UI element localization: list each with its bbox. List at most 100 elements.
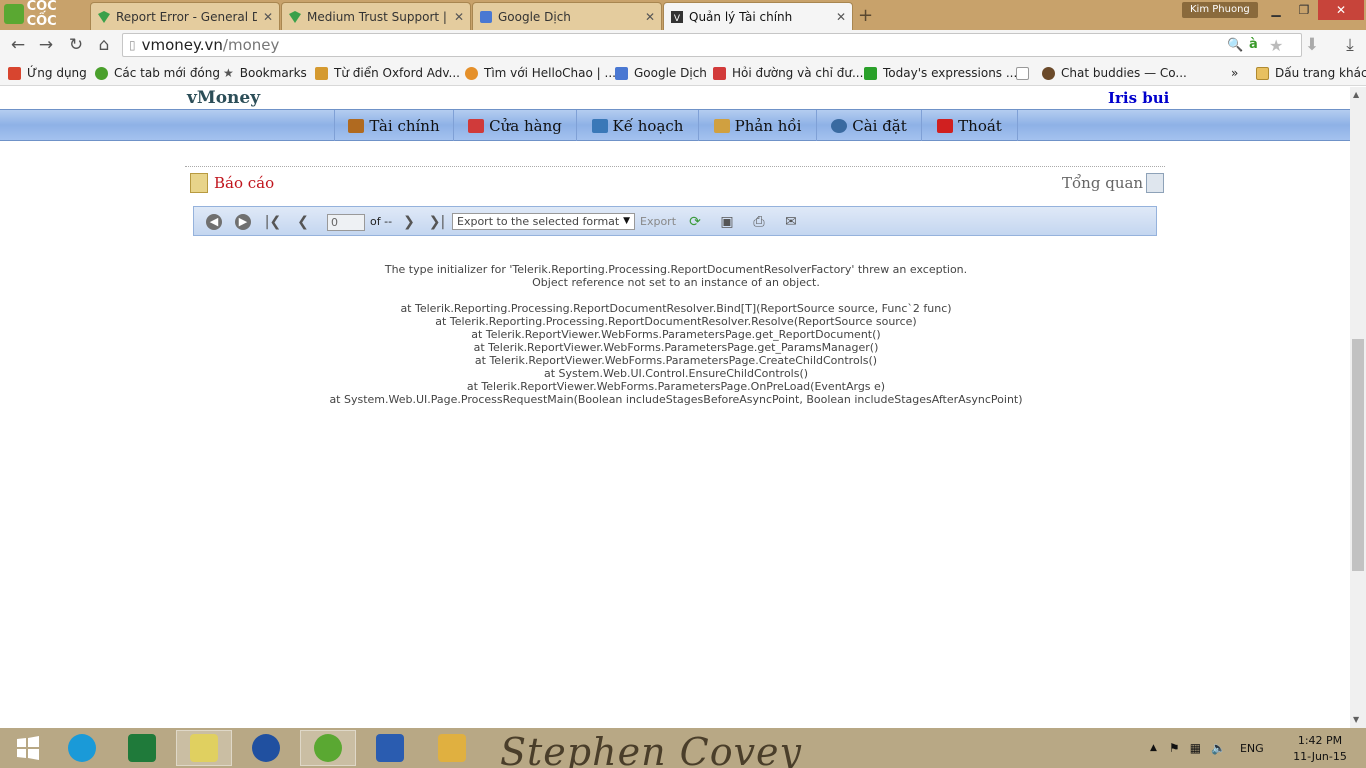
google-translate-icon [480, 10, 492, 23]
close-tab-icon[interactable]: ✕ [454, 10, 464, 24]
close-window-icon[interactable]: ✕ [1318, 0, 1364, 20]
maximize-icon[interactable]: ❐ [1290, 0, 1318, 20]
home-icon[interactable]: ⌂ [94, 35, 114, 55]
page-scrollbar[interactable]: ▲ ▼ [1350, 87, 1366, 728]
bookmarks-bar: Ứng dụng Các tab mới đóng ★ Bookmarks Từ … [0, 60, 1366, 86]
taskbar-explorer[interactable] [424, 730, 480, 766]
reload-icon[interactable]: ↻ [66, 35, 86, 55]
bookmark-recent-tabs[interactable]: Các tab mới đóng [95, 64, 220, 82]
stack-trace-line: at Telerik.Reporting.Processing.ReportDo… [400, 302, 952, 315]
site-logo[interactable]: vMoney [187, 88, 260, 108]
bookmarks-overflow-button[interactable]: » [1231, 64, 1238, 82]
store-icon [468, 118, 485, 133]
dropdown-arrow-icon: ▼ [623, 216, 630, 226]
start-button[interactable] [0, 730, 56, 766]
bookmark-hellochao[interactable]: Tìm với HelloChao | ... [465, 64, 616, 82]
tab-medium-trust[interactable]: Medium Trust Support | Re ✕ [281, 2, 471, 30]
chart-icon [591, 118, 608, 133]
address-bar[interactable]: ▯ vmoney.vn/money 🔍 à ★ [122, 33, 1302, 57]
tab-label: Medium Trust Support | Re [307, 9, 448, 24]
next-page-icon[interactable]: ❯ [400, 213, 418, 231]
print-preview-icon[interactable]: ▣ [718, 213, 736, 231]
taskbar-clock[interactable]: 1:42 PM 11-Jun-15 [1290, 733, 1350, 765]
wallet-icon [348, 118, 365, 133]
new-tab-button[interactable]: + [858, 5, 873, 26]
print-icon[interactable]: ⎙ [750, 213, 768, 231]
export-button[interactable]: Export [640, 215, 676, 228]
tab-google-translate[interactable]: Google Dịch ✕ [472, 2, 662, 30]
bookmark-apps[interactable]: Ứng dụng [8, 64, 87, 82]
zoom-icon[interactable]: 🔍 [1227, 38, 1243, 53]
bookmark-blank[interactable] [1016, 64, 1035, 82]
section-divider [185, 166, 1165, 167]
menu-tai-chinh[interactable]: Tài chính [335, 110, 454, 141]
bookmark-star-icon[interactable]: ★ [1269, 36, 1283, 55]
flag-icon[interactable]: ⚑ [1169, 741, 1180, 755]
page-number-input[interactable]: 0 [327, 214, 365, 231]
menu-thoat[interactable]: Thoát [922, 110, 1018, 141]
report-viewer-toolbar: ◀ ▶ |❮ ❮ 0 of -- ❯ ❯| Export to the sele… [193, 206, 1157, 236]
sticky-notes-icon [190, 734, 218, 762]
scroll-thumb[interactable] [1352, 339, 1364, 571]
taskbar-coccoc[interactable] [300, 730, 356, 766]
user-name-link[interactable]: Iris bui [1108, 89, 1169, 107]
scroll-up-icon[interactable]: ▲ [1353, 90, 1359, 99]
page-count-label: of -- [370, 215, 393, 228]
bookmark-bookmarks[interactable]: ★ Bookmarks [223, 64, 307, 82]
first-page-icon[interactable]: |❮ [264, 213, 282, 231]
minimize-icon[interactable]: ▁ [1262, 0, 1290, 20]
taskbar-word[interactable] [362, 730, 418, 766]
other-bookmarks[interactable]: Dấu trang khác [1256, 64, 1366, 82]
profile-button[interactable]: Kim Phuong [1182, 2, 1258, 18]
back-icon[interactable]: ← [8, 35, 28, 55]
browser-brand[interactable]: CỐC CỐC [0, 0, 90, 29]
bookmark-oxford[interactable]: Từ điển Oxford Adv... [315, 64, 460, 82]
forward-icon[interactable]: → [36, 35, 56, 55]
taskbar-media[interactable] [238, 730, 294, 766]
language-indicator[interactable]: ENG [1240, 742, 1264, 755]
close-tab-icon[interactable]: ✕ [263, 10, 273, 24]
back-icon[interactable]: ◀ [206, 214, 222, 230]
forward-icon[interactable]: ▶ [235, 214, 251, 230]
menu-label: Tài chính [369, 116, 440, 135]
taskbar-sticky-notes[interactable] [176, 730, 232, 766]
bookmark-label: Các tab mới đóng [114, 66, 220, 80]
downloads-menu-icon[interactable]: ⤓ [1340, 35, 1360, 55]
bookmark-chat-buddies[interactable]: Chat buddies — Co... [1042, 64, 1187, 82]
taskbar-excel[interactable] [114, 730, 170, 766]
send-mail-icon[interactable]: ✉ [782, 213, 800, 231]
tab-quan-ly-tai-chinh[interactable]: V Quản lý Tài chính ✕ [663, 2, 853, 30]
refresh-icon[interactable]: ⟳ [686, 213, 704, 231]
last-page-icon[interactable]: ❯| [428, 213, 446, 231]
export-format-select[interactable]: Export to the selected format ▼ [452, 213, 635, 230]
apps-grid-icon [8, 66, 21, 80]
menu-cai-dat[interactable]: Cài đặt [817, 110, 922, 141]
bookmark-label: Google Dịch [634, 66, 707, 80]
menu-ke-hoach[interactable]: Kế hoạch [577, 110, 699, 141]
taskbar-skype[interactable] [54, 730, 110, 766]
export-format-value: Export to the selected format [457, 215, 620, 228]
close-tab-icon[interactable]: ✕ [836, 10, 846, 24]
tray-expand-icon[interactable]: ▲ [1150, 743, 1157, 753]
bookmark-google-translate[interactable]: Google Dịch [615, 64, 707, 82]
download-icon[interactable]: ⬇ [1302, 35, 1322, 55]
bookmark-label: Từ điển Oxford Adv... [334, 66, 460, 80]
tab-report-error[interactable]: Report Error - General Disc ✕ [90, 2, 280, 30]
coccoc-extension-icon[interactable]: à [1249, 37, 1258, 52]
scroll-down-icon[interactable]: ▼ [1353, 715, 1359, 724]
maps-icon [713, 66, 726, 80]
vmoney-icon: V [671, 10, 683, 24]
folder-icon [1256, 66, 1269, 80]
url-path: /money [222, 36, 280, 54]
network-icon[interactable]: ▦ [1190, 741, 1201, 755]
menu-cua-hang[interactable]: Cửa hàng [454, 110, 577, 141]
previous-page-icon[interactable]: ❮ [294, 213, 312, 231]
stack-trace-line: at Telerik.ReportViewer.WebForms.Paramet… [474, 354, 878, 367]
clock-date: 11-Jun-15 [1293, 750, 1347, 763]
volume-icon[interactable]: 🔈 [1211, 741, 1226, 755]
bookmark-directions[interactable]: Hỏi đường và chỉ đư... [713, 64, 863, 82]
bookmark-today-expressions[interactable]: Today's expressions ... [864, 64, 1017, 82]
close-tab-icon[interactable]: ✕ [645, 10, 655, 24]
menu-phan-hoi[interactable]: Phản hồi [699, 110, 817, 141]
overview-link[interactable]: Tổng quan [1062, 173, 1165, 193]
